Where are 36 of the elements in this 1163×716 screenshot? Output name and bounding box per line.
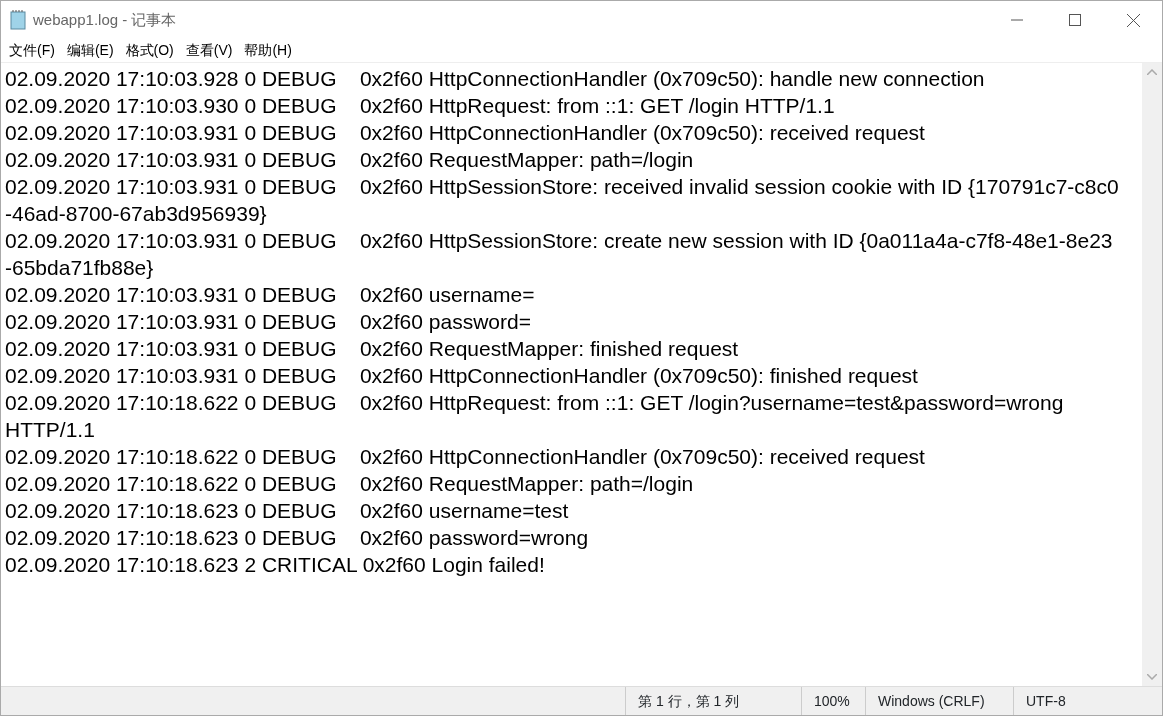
log-line: 02.09.2020 17:10:18.622 0 DEBUG 0x2f60 HttpRequest: from ::1: GET /login?username=test&password=wrong (5, 390, 1064, 416)
menu-item[interactable]: 帮助(H) (238, 40, 298, 61)
log-line: 02.09.2020 17:10:03.931 0 DEBUG 0x2f60 RequestMapper: path=/login (5, 147, 694, 173)
log-line: HTTP/1.1 (5, 417, 95, 443)
notepad-icon (9, 10, 27, 30)
log-line: 02.09.2020 17:10:03.931 0 DEBUG 0x2f60 HttpSessionStore: received invalid session cookie with ID {170791c7-c8c0 (5, 174, 1119, 200)
window-title: webapp1.log - 记事本 (33, 9, 177, 30)
scroll-up-icon[interactable] (1147, 69, 1157, 75)
log-line: 02.09.2020 17:10:18.623 0 DEBUG 0x2f60 username=test (5, 498, 569, 524)
scrollbar[interactable] (1142, 63, 1162, 686)
log-line: 02.09.2020 17:10:03.931 0 DEBUG 0x2f60 HttpConnectionHandler (0x709c50): finished request (5, 363, 918, 389)
log-line: 02.09.2020 17:10:18.622 0 DEBUG 0x2f60 RequestMapper: path=/login (5, 471, 694, 497)
encoding: UTF-8 (1026, 691, 1066, 711)
line-ending: Windows (CRLF) (878, 691, 985, 711)
log-line: 02.09.2020 17:10:03.931 0 DEBUG 0x2f60 username= (5, 282, 535, 308)
log-line: 02.09.2020 17:10:03.931 0 DEBUG 0x2f60 HttpSessionStore: create new session with ID {0a011a4a-c7f8-48e1-8e23 (5, 228, 1113, 254)
close-icon (1126, 13, 1140, 27)
log-line: 02.09.2020 17:10:03.931 0 DEBUG 0x2f60 HttpConnectionHandler (0x709c50): received request (5, 120, 925, 146)
minimize-icon (1011, 19, 1023, 21)
log-line: 02.09.2020 17:10:03.930 0 DEBUG 0x2f60 HttpRequest: from ::1: GET /login HTTP/1.1 (5, 93, 835, 119)
log-line: 02.09.2020 17:10:18.623 0 DEBUG 0x2f60 password=wrong (5, 525, 589, 551)
cursor-position: 第 1 行，第 1 列 (638, 691, 740, 711)
menu-item[interactable]: 编辑(E) (60, 40, 120, 61)
log-line: 02.09.2020 17:10:03.931 0 DEBUG 0x2f60 password= (5, 309, 531, 335)
menu-item[interactable]: 查看(V) (179, 40, 239, 61)
log-line: -65bda71fb88e} (5, 255, 154, 281)
maximize-icon (1069, 14, 1081, 26)
scroll-down-icon[interactable] (1147, 674, 1157, 680)
log-line: -46ad-8700-67ab3d956939} (5, 201, 267, 227)
log-line: 02.09.2020 17:10:18.622 0 DEBUG 0x2f60 HttpConnectionHandler (0x709c50): received request (5, 444, 925, 470)
log-line: 02.09.2020 17:10:03.931 0 DEBUG 0x2f60 RequestMapper: finished request (5, 336, 739, 362)
zoom-level: 100% (814, 691, 850, 711)
menu-item[interactable]: 格式(O) (119, 40, 180, 61)
log-line: 02.09.2020 17:10:18.623 2 CRITICAL 0x2f60 Login failed! (5, 552, 545, 578)
log-line: 02.09.2020 17:10:03.928 0 DEBUG 0x2f60 HttpConnectionHandler (0x709c50): handle new connection (5, 66, 985, 92)
menu-item[interactable]: 文件(F) (3, 40, 61, 61)
